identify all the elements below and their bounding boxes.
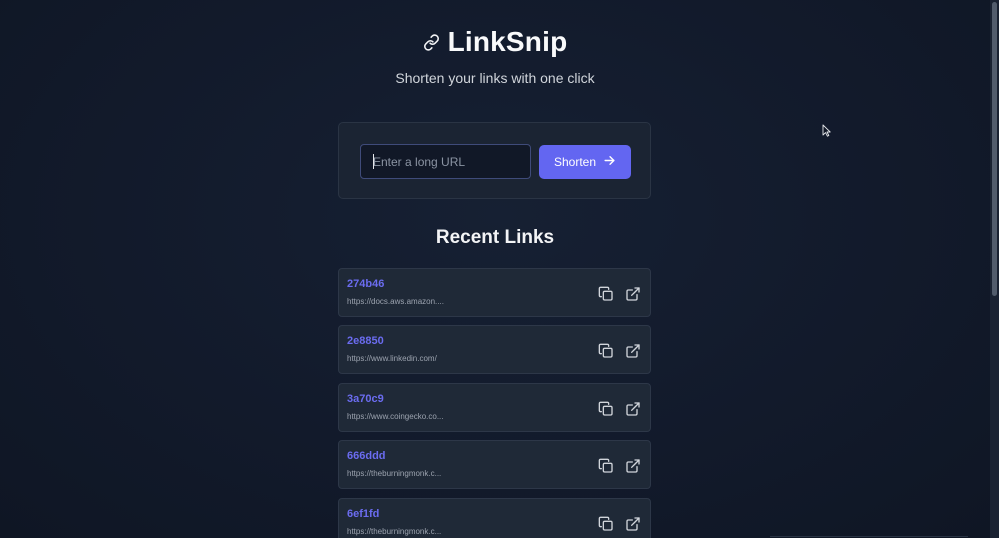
- short-code-link[interactable]: 666ddd: [347, 450, 386, 462]
- original-url: https://theburningmonk.c...: [347, 469, 442, 478]
- vertical-scrollbar[interactable]: [990, 0, 999, 538]
- copy-icon[interactable]: [597, 457, 614, 474]
- url-input[interactable]: [360, 144, 531, 179]
- divider: [770, 536, 968, 537]
- copy-icon[interactable]: [597, 400, 614, 417]
- copy-icon[interactable]: [597, 285, 614, 302]
- original-url: https://www.coingecko.co...: [347, 412, 444, 421]
- page: LinkSnip Shorten your links with one cli…: [0, 0, 999, 538]
- external-link-icon[interactable]: [624, 342, 641, 359]
- external-link-icon[interactable]: [624, 285, 641, 302]
- external-link-icon[interactable]: [624, 400, 641, 417]
- app-subtitle: Shorten your links with one click: [395, 70, 595, 86]
- header: LinkSnip Shorten your links with one cli…: [0, 26, 990, 86]
- scrollbar-thumb[interactable]: [992, 2, 997, 296]
- recent-links-heading: Recent Links: [435, 227, 555, 248]
- text-caret: [373, 154, 374, 169]
- original-url: https://www.linkedin.com/: [347, 354, 437, 363]
- short-code-link[interactable]: 3a70c9: [347, 393, 384, 405]
- link-card: 6ef1fd https://theburningmonk.c...: [338, 498, 651, 538]
- short-code-link[interactable]: 6ef1fd: [347, 508, 379, 520]
- shorten-button-label: Shorten: [553, 155, 597, 169]
- shorten-button[interactable]: Shorten: [539, 145, 631, 179]
- copy-icon[interactable]: [597, 515, 614, 532]
- original-url: https://theburningmonk.c...: [347, 527, 442, 536]
- external-link-icon[interactable]: [624, 457, 641, 474]
- shorten-form: Shorten: [338, 122, 651, 199]
- link-card: 274b46 https://docs.aws.amazon....: [338, 268, 651, 317]
- arrow-right-icon: [603, 154, 616, 170]
- link-card: 2e8850 https://www.linkedin.com/: [338, 325, 651, 374]
- title-row: LinkSnip: [423, 26, 568, 58]
- mouse-pointer-icon: [822, 124, 831, 142]
- copy-icon[interactable]: [597, 342, 614, 359]
- original-url: https://docs.aws.amazon....: [347, 297, 444, 306]
- link-icon: [423, 33, 440, 51]
- link-card: 666ddd https://theburningmonk.c...: [338, 440, 651, 489]
- link-card: 3a70c9 https://www.coingecko.co...: [338, 383, 651, 432]
- external-link-icon[interactable]: [624, 515, 641, 532]
- short-code-link[interactable]: 274b46: [347, 278, 384, 290]
- short-code-link[interactable]: 2e8850: [347, 335, 384, 347]
- app-title: LinkSnip: [447, 26, 568, 57]
